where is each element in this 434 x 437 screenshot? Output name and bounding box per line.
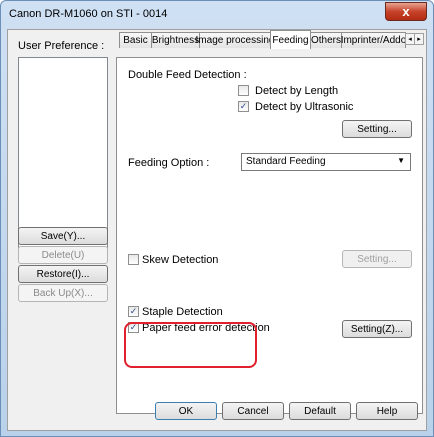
paper-feed-setting-button[interactable]: Setting(Z)... [342,320,412,338]
close-icon: x [402,4,410,19]
detect-by-ultrasonic-checkbox[interactable]: ✓ [238,101,249,112]
user-preference-label: User Preference : [18,40,105,52]
ok-button[interactable]: OK [155,402,217,420]
save-button[interactable]: Save(Y)... [18,227,108,245]
user-preference-list[interactable] [18,57,108,249]
delete-button[interactable]: Delete(U) [18,246,108,264]
tab-imprinter-addon[interactable]: Imprinter/Addo [341,32,406,48]
window-title: Canon DR-M1060 on STI - 0014 [9,8,168,20]
callout-highlight [124,322,257,368]
title-bar[interactable]: Canon DR-M1060 on STI - 0014 x [1,1,433,27]
dialog-client-area: User Preference : Save(Y)... Delete(U) R… [7,29,427,431]
check-icon: ✓ [129,306,138,316]
tab-scroll-right-icon[interactable]: ▸ [414,33,424,45]
feeding-option-select[interactable]: Standard Feeding ▼ [241,153,411,171]
skew-detection-label: Skew Detection [142,254,219,266]
staple-detection-checkbox[interactable]: ✓ [128,306,139,317]
feeding-option-label: Feeding Option : [128,157,210,169]
close-button[interactable]: x [385,2,427,21]
tab-brightness[interactable]: Brightness [151,32,200,48]
tab-image-processing[interactable]: Image processing [196,32,274,48]
skew-detection-checkbox[interactable] [128,254,139,265]
detect-by-ultrasonic-label: Detect by Ultrasonic [255,101,354,113]
detect-by-length-label: Detect by Length [255,85,339,97]
tab-others[interactable]: Others [310,32,342,48]
tab-basic[interactable]: Basic [119,32,152,48]
skew-setting-button[interactable]: Setting... [342,250,412,268]
double-feed-detection-label: Double Feed Detection : [128,69,247,81]
staple-detection-label: Staple Detection [142,306,223,318]
double-feed-setting-button[interactable]: Setting... [342,120,412,138]
feeding-option-value: Standard Feeding [246,156,326,167]
cancel-button[interactable]: Cancel [222,402,284,420]
check-icon: ✓ [239,101,248,111]
backup-button[interactable]: Back Up(X)... [18,284,108,302]
help-button[interactable]: Help [356,402,418,420]
tab-feeding[interactable]: Feeding [270,30,311,49]
restore-button[interactable]: Restore(I)... [18,265,108,283]
dialog-window: Canon DR-M1060 on STI - 0014 x User Pref… [0,0,434,437]
detect-by-length-checkbox[interactable] [238,85,249,96]
default-button[interactable]: Default [289,402,351,420]
chevron-down-icon: ▼ [397,156,405,165]
